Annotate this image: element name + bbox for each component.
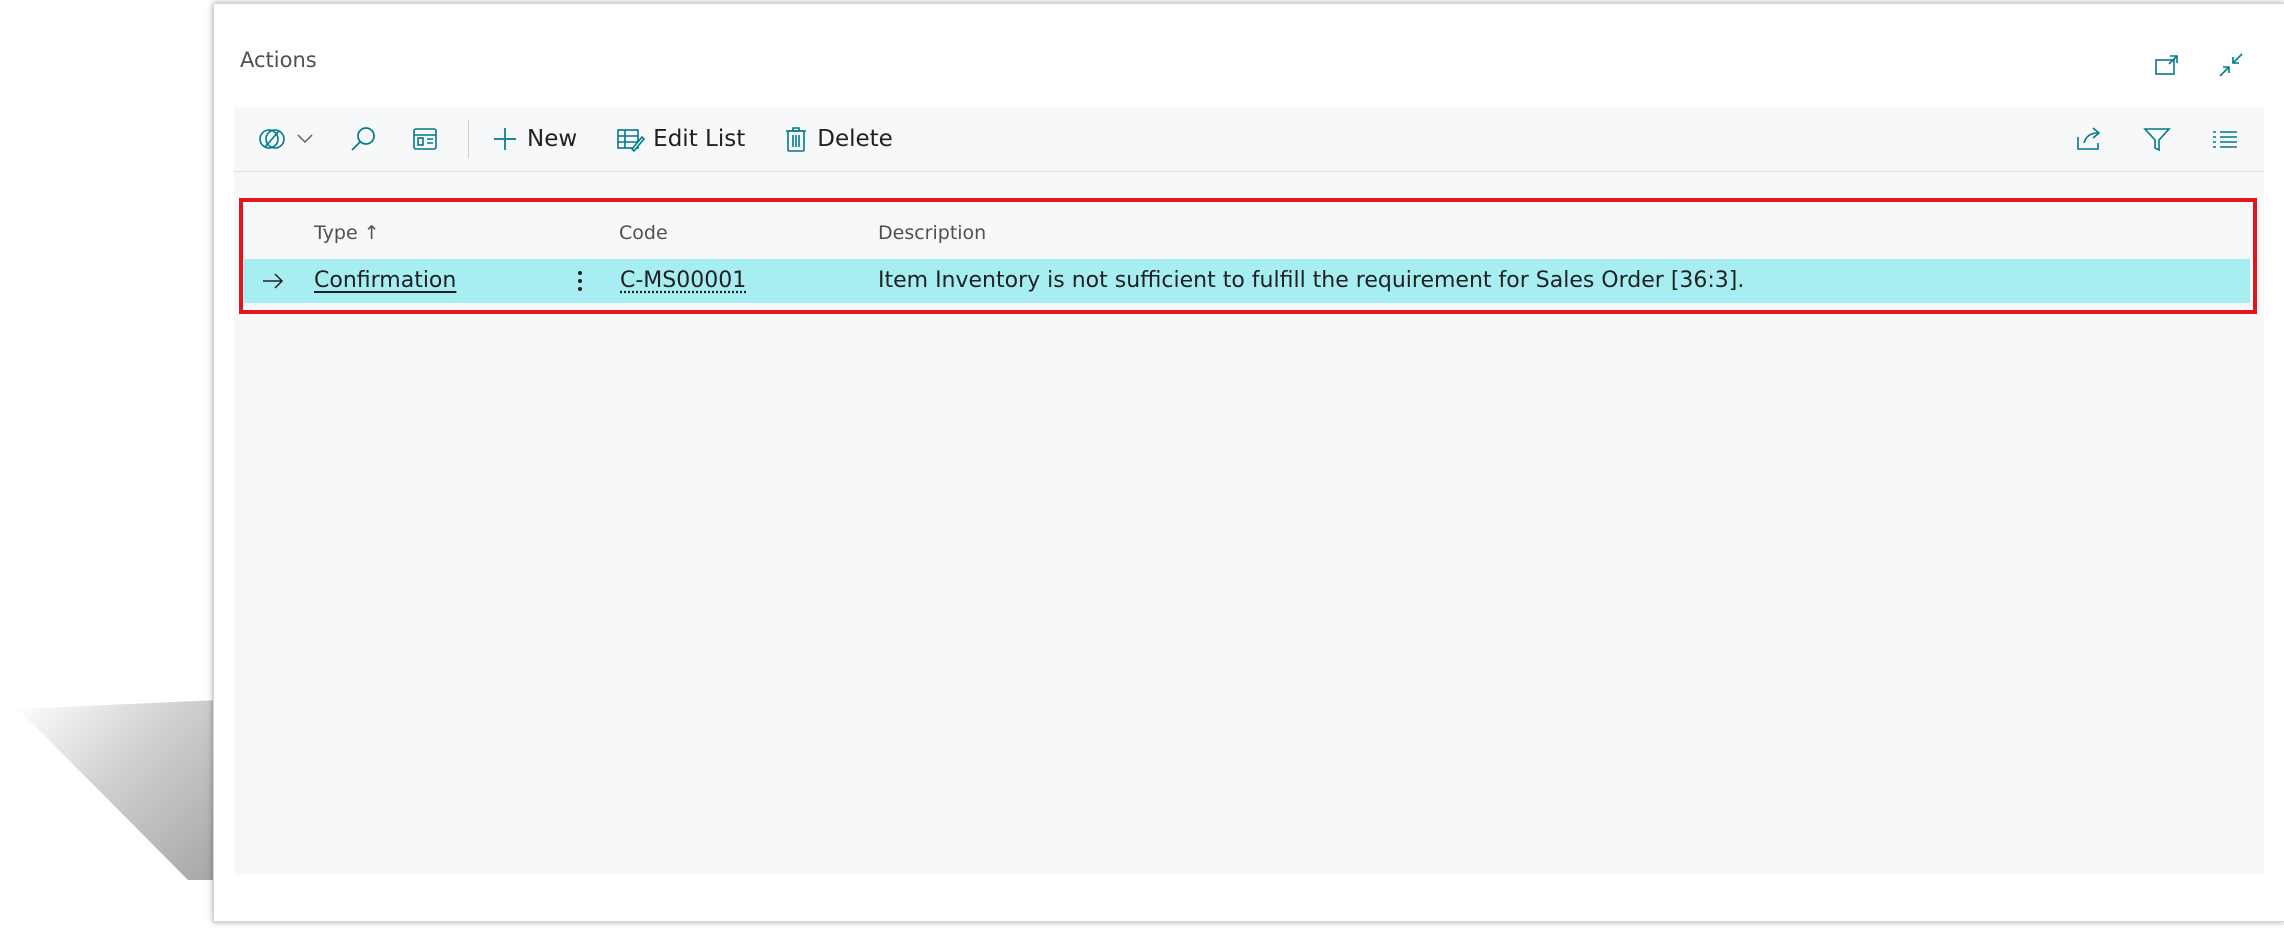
toolbar-divider [468, 120, 469, 158]
code-cell-link[interactable]: C-MS00001 [620, 259, 746, 303]
new-button[interactable]: New [491, 125, 577, 153]
filter-button[interactable] [2140, 122, 2174, 156]
column-header-code[interactable]: Code [619, 222, 668, 244]
trash-icon [786, 127, 807, 152]
open-in-new-window-icon[interactable] [2150, 48, 2184, 82]
share-icon [2077, 127, 2101, 150]
chevron-down-icon [297, 134, 313, 144]
collapse-icon[interactable] [2214, 48, 2248, 82]
sort-ascending-icon: ↑ [363, 222, 380, 244]
copilot-menu-button[interactable] [256, 125, 314, 153]
show-details-button[interactable] [410, 124, 440, 154]
factbox-icon [413, 128, 437, 150]
decorative-shadow [18, 700, 218, 880]
edit-list-icon [617, 129, 646, 153]
edit-list-button[interactable]: Edit List [615, 125, 745, 153]
column-header-type-label: Type [314, 222, 358, 244]
copilot-icon [259, 129, 285, 149]
share-button[interactable] [2072, 122, 2106, 156]
type-cell-link[interactable]: Confirmation [314, 259, 456, 303]
table-row[interactable]: Confirmation C-MS00001 Item Inventory is… [244, 259, 2250, 303]
list-area: Type ↑ Code Description Confirmation C-M… [234, 172, 2264, 875]
list-view-button[interactable] [2208, 122, 2242, 156]
plus-icon [494, 128, 516, 150]
actions-panel: Actions New Edit List Delete Type ↑ Code… [213, 3, 2284, 922]
description-cell: Item Inventory is not sufficient to fulf… [878, 268, 1745, 293]
delete-button[interactable]: Delete [783, 124, 893, 154]
edit-list-button-label: Edit List [653, 126, 746, 152]
list-view-icon [2213, 131, 2237, 148]
delete-button-label: Delete [817, 126, 893, 152]
action-toolbar: New Edit List Delete [234, 107, 2264, 172]
search-icon [351, 127, 375, 151]
row-arrow-icon [260, 259, 286, 303]
search-button[interactable] [348, 124, 378, 154]
new-button-label: New [527, 126, 578, 152]
filter-icon [2143, 128, 2171, 152]
row-more-options-icon[interactable] [574, 259, 586, 303]
column-header-type[interactable]: Type ↑ [314, 222, 380, 244]
panel-corner-actions [2150, 48, 2248, 82]
panel-title: Actions [240, 48, 317, 72]
column-header-description[interactable]: Description [878, 222, 986, 244]
